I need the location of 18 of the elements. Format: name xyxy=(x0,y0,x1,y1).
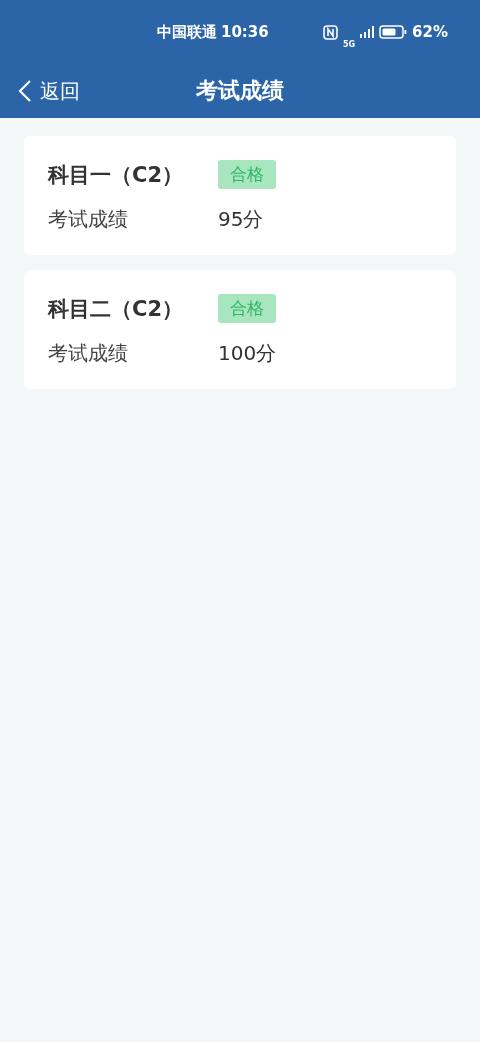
score-value: 95分 xyxy=(218,206,264,233)
signal-icon xyxy=(360,26,375,38)
clock-time: 10:36 xyxy=(221,23,269,41)
back-icon xyxy=(18,79,32,103)
network-type: 5G xyxy=(342,39,356,49)
score-label: 考试成绩 xyxy=(48,206,129,233)
battery-icon xyxy=(379,25,408,39)
battery-percent: 62% xyxy=(412,23,448,41)
carrier-name: 中国联通 xyxy=(157,22,217,42)
subject-name: 科目一（C2） xyxy=(48,161,185,189)
result-badge: 合格 xyxy=(218,294,276,323)
nfc-icon xyxy=(322,24,338,40)
back-button[interactable]: 返回 xyxy=(0,77,80,105)
subject-name: 科目二（C2） xyxy=(48,295,185,323)
score-label: 考试成绩 xyxy=(48,340,129,367)
page-title: 考试成绩 xyxy=(196,77,284,105)
score-value: 100分 xyxy=(218,340,277,367)
result-badge: 合格 xyxy=(218,160,276,189)
